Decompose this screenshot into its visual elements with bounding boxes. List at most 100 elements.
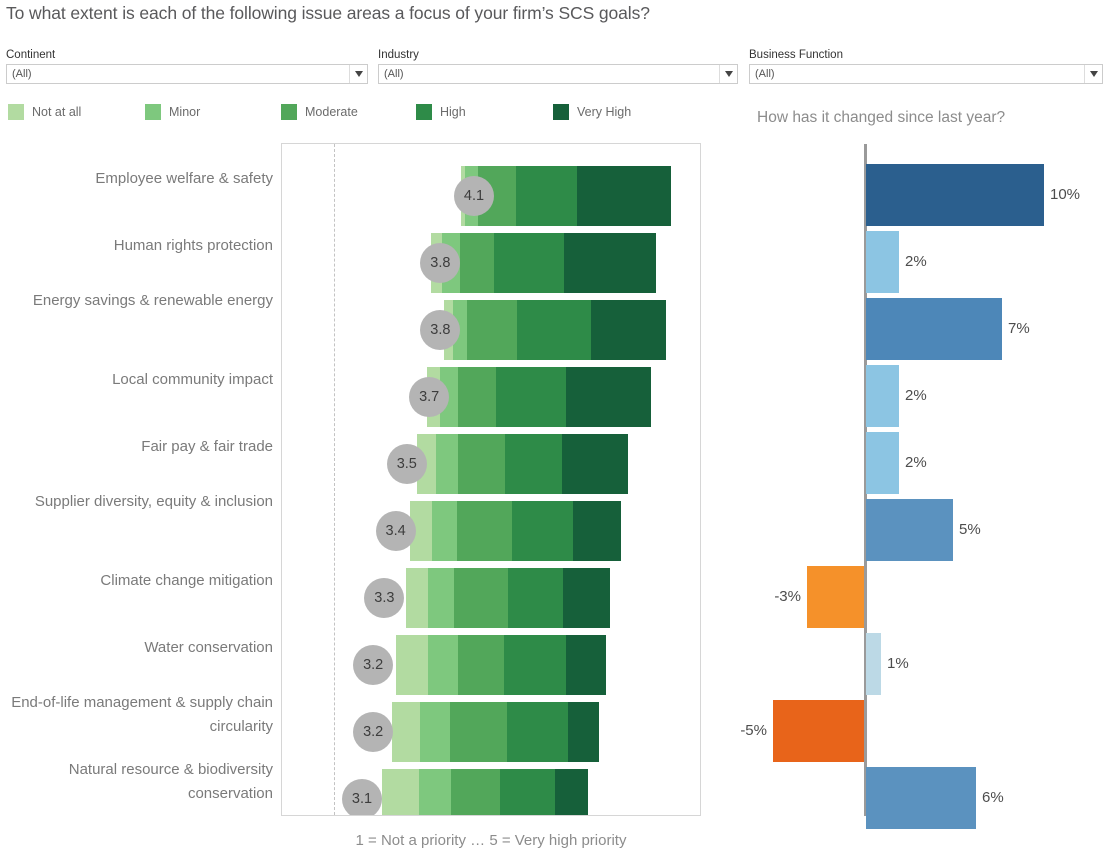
legend-swatch-icon	[8, 104, 24, 120]
likert-segment-3[interactable]	[504, 635, 566, 695]
row-label: Fair pay & fair trade	[141, 438, 273, 455]
likert-segment-3[interactable]	[495, 367, 566, 427]
likert-segment-3[interactable]	[507, 702, 568, 762]
likert-segment-2[interactable]	[451, 769, 500, 815]
legend-item-3[interactable]: High	[416, 103, 466, 121]
likert-segment-3[interactable]	[508, 568, 563, 628]
likert-segment-2[interactable]	[458, 367, 496, 427]
likert-stacked-bar[interactable]	[427, 367, 651, 427]
change-bar[interactable]	[807, 566, 864, 628]
average-score-bubble: 3.4	[375, 511, 416, 551]
change-bar-label: -5%	[740, 722, 767, 739]
likert-stacked-bar[interactable]	[382, 769, 588, 815]
likert-segment-3[interactable]	[500, 769, 555, 815]
filter-industry: Industry (All)	[378, 48, 738, 84]
row-label-column: Employee welfare & safety Human rights pr…	[0, 143, 276, 816]
row-label: Natural resource & biodiversity conserva…	[68, 761, 273, 802]
likert-segment-2[interactable]	[458, 635, 504, 695]
change-bar-label: 2%	[905, 253, 927, 270]
legend-item-2[interactable]: Moderate	[281, 103, 358, 121]
likert-segment-4[interactable]	[590, 300, 666, 360]
likert-stacked-bar[interactable]	[417, 434, 628, 494]
change-bar[interactable]	[866, 164, 1044, 226]
legend-item-1[interactable]: Minor	[145, 103, 200, 121]
likert-segment-2[interactable]	[457, 501, 512, 561]
change-bar[interactable]	[866, 298, 1002, 360]
likert-segment-2[interactable]	[454, 568, 508, 628]
likert-segment-3[interactable]	[505, 434, 562, 494]
filter-industry-dropdown[interactable]: (All)	[378, 64, 738, 84]
likert-segment-2[interactable]	[466, 300, 517, 360]
likert-segment-4[interactable]	[566, 635, 606, 695]
change-bar[interactable]	[866, 767, 976, 829]
chevron-down-icon[interactable]	[1084, 65, 1102, 83]
filter-continent: Continent (All)	[6, 48, 368, 84]
filter-business-function-value: (All)	[755, 68, 775, 80]
likert-stacked-bar[interactable]	[431, 233, 656, 293]
likert-segment-0[interactable]	[382, 769, 419, 815]
change-bar-label: 2%	[905, 454, 927, 471]
legend-swatch-icon	[416, 104, 432, 120]
change-bar-label: -3%	[774, 588, 801, 605]
likert-stacked-bar[interactable]	[392, 702, 599, 762]
row-label: Employee welfare & safety	[95, 170, 273, 187]
filter-business-function-label: Business Function	[749, 49, 843, 61]
likert-stacked-bar[interactable]	[444, 300, 666, 360]
likert-segment-0[interactable]	[406, 568, 428, 628]
average-score-bubble: 3.7	[409, 377, 450, 417]
likert-segment-3[interactable]	[516, 166, 577, 226]
likert-segment-3[interactable]	[512, 501, 573, 561]
likert-segment-1[interactable]	[432, 501, 457, 561]
likert-segment-4[interactable]	[565, 367, 651, 427]
filter-continent-dropdown[interactable]: (All)	[6, 64, 368, 84]
likert-segment-1[interactable]	[419, 769, 451, 815]
likert-segment-1[interactable]	[436, 434, 458, 494]
filter-business-function-dropdown[interactable]: (All)	[749, 64, 1103, 84]
likert-segment-1[interactable]	[420, 702, 450, 762]
change-bar[interactable]	[866, 633, 881, 695]
change-bar[interactable]	[773, 700, 864, 762]
likert-segment-4[interactable]	[573, 501, 621, 561]
likert-segment-2[interactable]	[458, 434, 505, 494]
likert-segment-3[interactable]	[494, 233, 564, 293]
filter-industry-label: Industry	[378, 49, 419, 61]
legend-label: High	[440, 105, 466, 119]
change-bar-label: 1%	[887, 655, 909, 672]
change-chart-panel: 10% 2% 7% 2% 2% 5% -3% 1% -5% 6%	[707, 143, 1107, 829]
reference-line	[334, 144, 335, 815]
likert-segment-1[interactable]	[428, 568, 454, 628]
legend-item-4[interactable]: Very High	[553, 103, 631, 121]
filter-business-function: Business Function (All)	[749, 48, 1103, 84]
change-bar-label: 6%	[982, 789, 1004, 806]
chevron-down-icon[interactable]	[349, 65, 367, 83]
likert-segment-4[interactable]	[568, 702, 599, 762]
change-bar[interactable]	[866, 432, 899, 494]
likert-segment-0[interactable]	[392, 702, 420, 762]
change-bar-label: 5%	[959, 521, 981, 538]
change-bar[interactable]	[866, 365, 899, 427]
likert-stacked-bar[interactable]	[406, 568, 610, 628]
change-bar-label: 2%	[905, 387, 927, 404]
row-label: End-of-life management & supply chain ci…	[11, 694, 273, 735]
row-label: Supplier diversity, equity & inclusion	[34, 493, 273, 510]
likert-segment-4[interactable]	[555, 769, 588, 815]
likert-stacked-bar[interactable]	[410, 501, 621, 561]
likert-segment-4[interactable]	[562, 434, 628, 494]
legend-item-0[interactable]: Not at all	[8, 103, 81, 121]
likert-segment-2[interactable]	[450, 702, 507, 762]
likert-segment-0[interactable]	[396, 635, 428, 695]
average-score-bubble: 3.2	[353, 712, 394, 752]
legend-label: Very High	[577, 105, 632, 119]
likert-segment-4[interactable]	[564, 233, 656, 293]
likert-segment-4[interactable]	[577, 166, 671, 226]
likert-stacked-bar[interactable]	[396, 635, 606, 695]
row-label: Climate change mitigation	[100, 572, 273, 589]
likert-segment-3[interactable]	[516, 300, 591, 360]
average-score-bubble: 3.1	[342, 779, 382, 815]
change-bar[interactable]	[866, 231, 899, 293]
change-bar[interactable]	[866, 499, 953, 561]
likert-segment-1[interactable]	[428, 635, 458, 695]
likert-segment-2[interactable]	[460, 233, 494, 293]
likert-segment-4[interactable]	[563, 568, 610, 628]
chevron-down-icon[interactable]	[719, 65, 737, 83]
